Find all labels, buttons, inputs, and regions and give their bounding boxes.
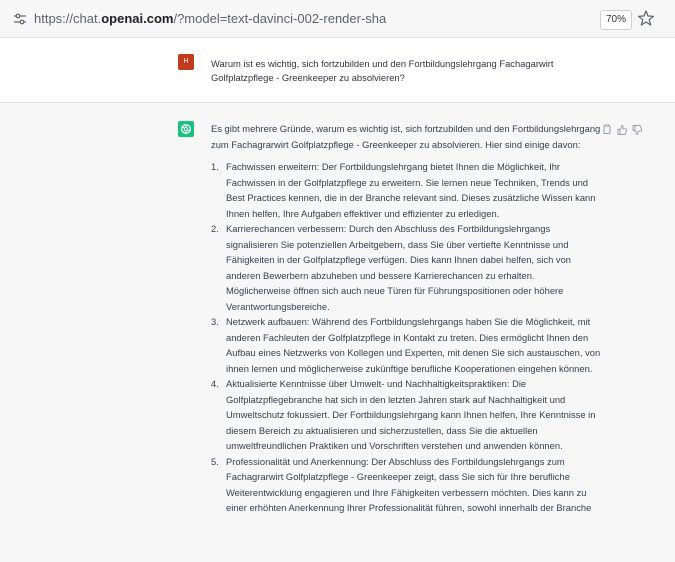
list-item-text: Netzwerk aufbauen: Während des Fortbildu… xyxy=(226,316,601,374)
list-item: 3. Netzwerk aufbauen: Während des Fortbil… xyxy=(211,314,601,376)
list-item-text: Aktualisierte Kenntnisse über Umwelt- un… xyxy=(226,378,596,451)
assistant-message-text: Es gibt mehrere Gründe, warum es wichtig… xyxy=(211,121,601,516)
url-field[interactable]: https://chat.openai.com/?model=text-davi… xyxy=(34,11,386,26)
url-path: /?model=text-davinci-002-render-sha xyxy=(173,11,387,26)
copy-icon[interactable] xyxy=(601,123,613,135)
zoom-indicator[interactable]: 70% xyxy=(600,10,632,30)
list-item-number: 3. xyxy=(211,316,219,327)
openai-logo-icon xyxy=(178,121,194,137)
list-item: 5. Professionalität und Anerkennung: Der … xyxy=(211,454,601,516)
reasons-list: 1. Fachwissen erweitern: Der Fortbildungs… xyxy=(211,159,601,516)
list-item-number: 2. xyxy=(211,223,219,234)
thumbs-down-icon[interactable] xyxy=(631,123,643,135)
user-message-text: Warum ist es wichtig, sich fortzubilden … xyxy=(211,58,554,83)
thumbs-up-icon[interactable] xyxy=(616,123,628,135)
list-item-number: 1. xyxy=(211,161,219,172)
list-item-text: Fachwissen erweitern: Der Fortbildungsle… xyxy=(226,161,596,219)
url-prefix: https://chat. xyxy=(34,11,102,26)
user-avatar: H xyxy=(178,54,194,70)
list-item-text: Karrierechancen verbessern: Durch den Ab… xyxy=(226,223,572,312)
assistant-intro: Es gibt mehrere Gründe, warum es wichtig… xyxy=(211,123,601,150)
list-item-number: 4. xyxy=(211,378,219,389)
list-item-number: 5. xyxy=(211,455,219,467)
user-avatar-initial: H xyxy=(183,58,189,65)
list-item: 2. Karrierechancen verbessern: Durch den … xyxy=(211,221,601,314)
site-settings-icon[interactable] xyxy=(13,12,27,26)
url-domain: openai.com xyxy=(101,11,174,26)
list-item: 1. Fachwissen erweitern: Der Fortbildungs… xyxy=(211,159,601,221)
star-icon[interactable] xyxy=(637,9,655,27)
list-item: 4. Aktualisierte Kenntnisse über Umwelt- … xyxy=(211,376,601,454)
browser-address-bar: https://chat.openai.com/?model=text-davi… xyxy=(0,0,675,38)
list-item-text: Professionalität und Anerkennung: Der Ab… xyxy=(226,455,592,514)
